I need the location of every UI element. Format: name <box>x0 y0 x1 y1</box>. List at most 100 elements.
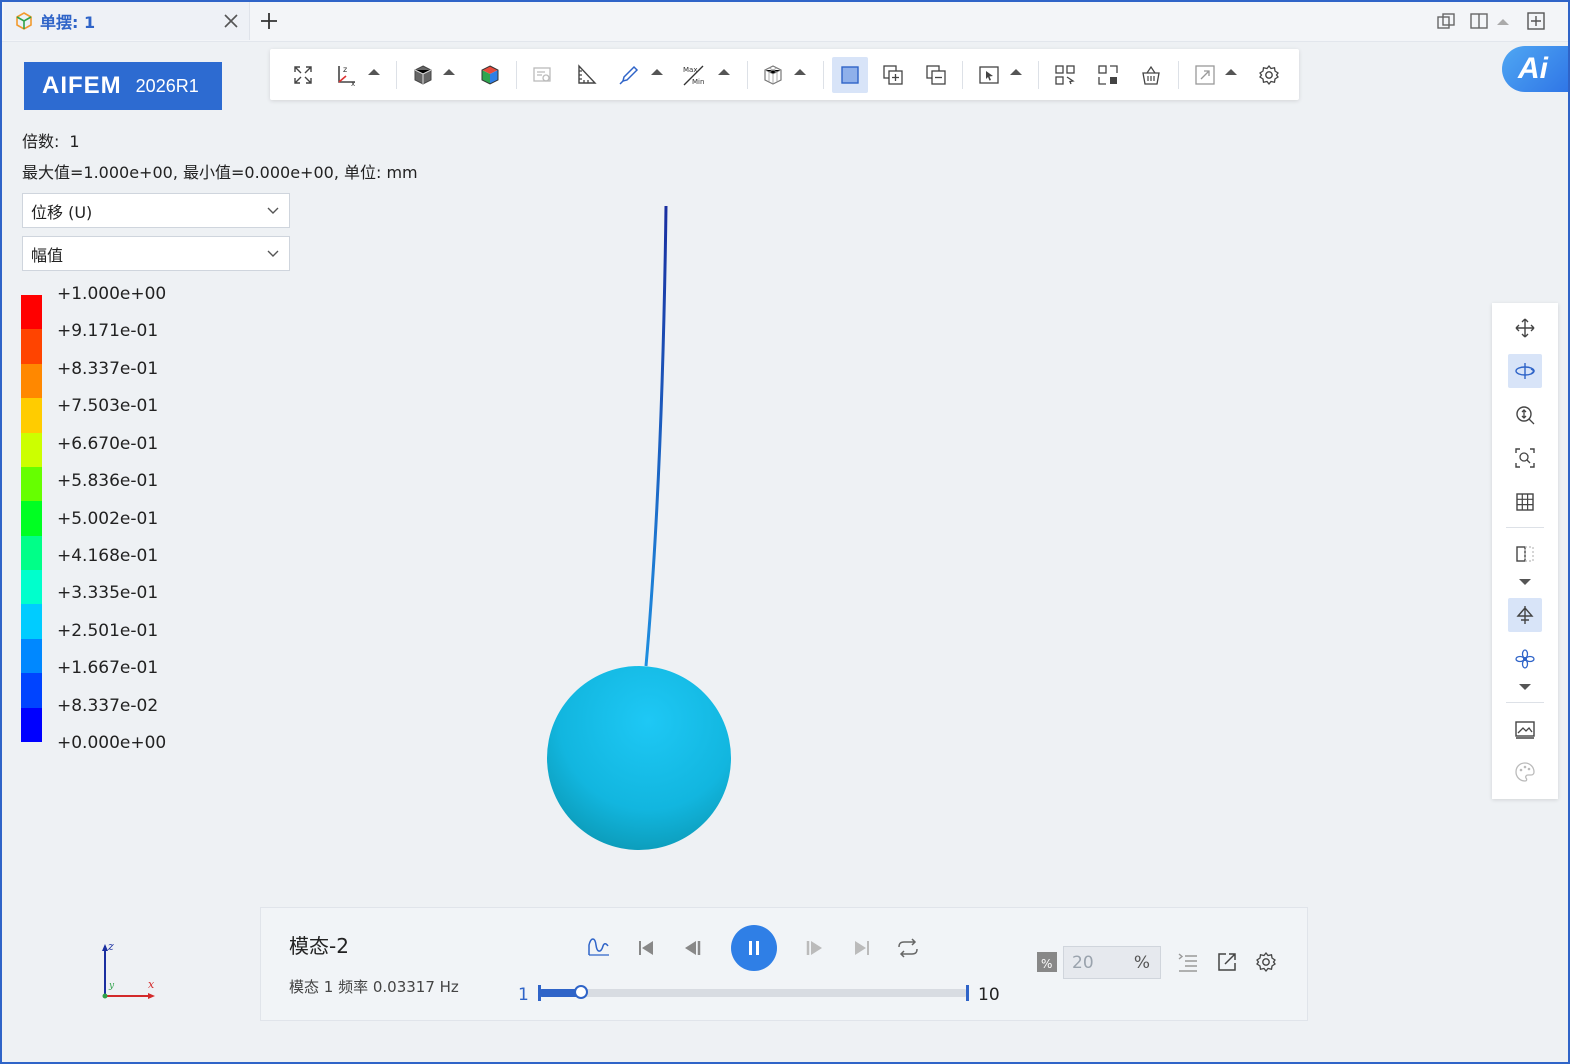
export-animation-button[interactable] <box>1213 948 1241 976</box>
mesh-view-dropdown-icon[interactable] <box>794 69 806 75</box>
solid-view-button[interactable] <box>409 61 437 89</box>
zoom-box-button[interactable] <box>1508 441 1542 475</box>
screenshot-button[interactable] <box>1508 712 1542 746</box>
remove-select-icon <box>926 65 946 85</box>
palette-icon <box>1515 762 1535 782</box>
ai-assistant-button[interactable]: Ai <box>1502 46 1570 92</box>
legend-label: +4.168e-01 <box>57 545 159 566</box>
colored-cube-icon <box>481 65 499 85</box>
pause-button[interactable] <box>731 925 777 971</box>
restore-window-icon[interactable] <box>1436 11 1456 31</box>
legend-color-swatch <box>21 432 42 468</box>
rotate-button[interactable] <box>1508 354 1542 388</box>
move-icon <box>1515 318 1535 338</box>
add-selection-button[interactable] <box>879 61 907 89</box>
legend-label: +2.501e-01 <box>57 620 159 641</box>
max-min-icon: MaxMin <box>683 65 704 86</box>
legend-label: +1.667e-01 <box>57 658 159 679</box>
axis-view-button[interactable]: zx <box>332 61 360 89</box>
probe-dropdown-icon[interactable] <box>651 69 663 75</box>
wireframe-cube-icon <box>764 65 782 85</box>
measure-button[interactable] <box>572 61 600 89</box>
separator <box>823 61 824 89</box>
axis-icon: zx <box>338 65 355 87</box>
pendulum-rod[interactable] <box>644 205 668 667</box>
section-cut-dropdown-icon[interactable] <box>1519 579 1531 585</box>
loop-button[interactable] <box>893 933 923 963</box>
pendulum-mass[interactable] <box>547 666 731 850</box>
section-cut-button[interactable] <box>1508 537 1542 571</box>
annotation-button[interactable] <box>528 61 556 89</box>
legend-color-swatch <box>21 466 42 502</box>
pan-button[interactable] <box>1508 311 1542 345</box>
close-icon[interactable] <box>221 11 241 31</box>
image-icon <box>1515 721 1535 739</box>
slider-end-tick <box>966 985 969 1001</box>
svg-text:Min: Min <box>692 78 704 86</box>
speed-input[interactable]: 20 % <box>1063 946 1161 979</box>
separator <box>962 61 963 89</box>
triad-z-label: z <box>107 940 114 953</box>
previous-frame-button[interactable] <box>677 933 707 963</box>
legend-color-swatch <box>21 363 42 399</box>
mesh-view-button[interactable] <box>759 61 787 89</box>
legend-color-swatch <box>21 570 42 605</box>
invert-select-button[interactable] <box>1094 61 1122 89</box>
curve-button[interactable] <box>584 933 614 963</box>
remove-selection-button[interactable] <box>922 61 950 89</box>
legend-color-swatch <box>21 501 42 537</box>
export-view-button[interactable] <box>1191 61 1219 89</box>
legend-label: +3.335e-01 <box>57 583 159 604</box>
max-min-dropdown-icon[interactable] <box>718 69 730 75</box>
scale-factor: 倍数: 1 <box>22 128 80 152</box>
zoom-button[interactable] <box>1508 398 1542 432</box>
frame-slider-thumb[interactable] <box>574 985 588 999</box>
speed-toggle-button[interactable]: % <box>1034 948 1062 976</box>
fullscreen-icon[interactable] <box>1526 11 1546 31</box>
axis-view-dropdown-icon[interactable] <box>368 69 380 75</box>
frame-slider[interactable] <box>538 985 968 999</box>
max-min-button[interactable]: Max Min <box>680 61 708 89</box>
add-tab-icon[interactable] <box>258 10 280 32</box>
solid-view-dropdown-icon[interactable] <box>443 69 455 75</box>
grid-icon <box>1516 493 1534 511</box>
pick-dropdown-icon[interactable] <box>1010 69 1022 75</box>
pendulum-model[interactable] <box>540 200 740 860</box>
mode-shape-button[interactable] <box>1508 598 1542 632</box>
pick-button[interactable] <box>975 61 1003 89</box>
square-select-icon <box>841 66 859 84</box>
speed-percent-icon: % <box>1037 952 1057 972</box>
legend-label: +5.002e-01 <box>57 508 159 529</box>
explode-button[interactable] <box>1508 642 1542 676</box>
frame-list-button[interactable] <box>1174 948 1202 976</box>
animation-settings-button[interactable] <box>1252 948 1280 976</box>
next-frame-button[interactable] <box>800 933 830 963</box>
separator <box>1178 61 1179 89</box>
range-info: 最大值=1.000e+00, 最小值=0.000e+00, 单位: mm <box>22 163 418 182</box>
color-scheme-button[interactable] <box>1508 755 1542 789</box>
select-mode-button[interactable] <box>832 57 868 93</box>
variable-select[interactable]: 位移 (U) <box>22 193 290 228</box>
chevron-up-icon[interactable] <box>1497 19 1509 25</box>
explode-dropdown-icon[interactable] <box>1519 684 1531 690</box>
axis-triad: z x y <box>102 940 155 999</box>
box-select-button[interactable] <box>1051 61 1079 89</box>
list-indent-icon <box>1178 953 1197 972</box>
probe-button[interactable] <box>615 61 643 89</box>
component-select[interactable]: 幅值 <box>22 236 290 271</box>
last-frame-button[interactable] <box>847 933 877 963</box>
tab-pendulum[interactable]: 单摆: 1 <box>4 2 250 40</box>
grid-toggle-button[interactable] <box>1508 485 1542 519</box>
separator <box>1506 527 1544 528</box>
first-frame-button[interactable] <box>631 933 661 963</box>
tab-title: 单摆: 1 <box>40 13 96 32</box>
fit-view-button[interactable] <box>289 61 317 89</box>
toolbar-settings-button[interactable] <box>1255 61 1283 89</box>
export-view-dropdown-icon[interactable] <box>1225 69 1237 75</box>
brand-version: 2026R1 <box>135 75 199 96</box>
color-render-button[interactable] <box>476 61 504 89</box>
zoom-icon <box>1516 406 1535 425</box>
chevron-down-icon <box>267 250 279 257</box>
clear-select-button[interactable] <box>1137 61 1165 89</box>
split-view-icon[interactable] <box>1469 11 1489 31</box>
